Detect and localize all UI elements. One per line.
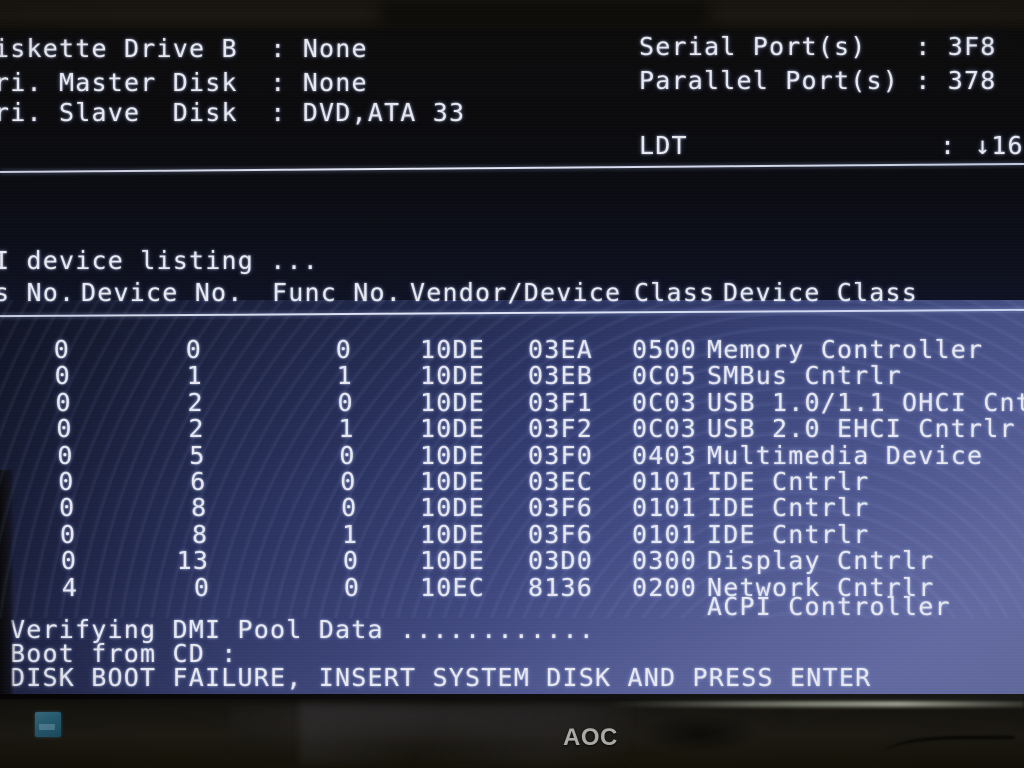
system-info-line-diskette-b: iskette Drive B : None xyxy=(0,34,368,63)
pci-cell-func-no: 0 xyxy=(341,493,358,523)
pci-cell-class-code: 0200 xyxy=(632,572,698,602)
pci-cell-func-no: 1 xyxy=(342,519,359,549)
pci-header-device-no: Device No. xyxy=(81,278,244,307)
pci-header-vendor-device: Vendor/Device xyxy=(410,278,622,307)
pci-extra-device-name: ACPI Controller xyxy=(707,592,951,621)
pci-cell-device-id: 03F6 xyxy=(528,519,594,549)
pci-cell-device-class-name: USB 2.0 EHCI Cntrlr xyxy=(707,414,1016,444)
pci-cell-device-class-name: IDE Cntrlr xyxy=(707,519,870,549)
pci-cell-func-no: 0 xyxy=(343,572,361,602)
cable-shadow xyxy=(884,736,1014,765)
pci-cell-bus-no: 0 xyxy=(55,387,72,417)
pci-cell-device-id: 03EC xyxy=(528,467,594,496)
left-bezel-edge xyxy=(0,470,14,694)
pci-cell-device-id: 03EB xyxy=(528,361,594,391)
pci-cell-vendor-id: 10EC xyxy=(420,572,486,602)
pci-cell-device-no: 8 xyxy=(191,493,208,523)
system-info-line-parallel-port: Parallel Port(s) : 378 xyxy=(639,66,997,95)
pci-cell-vendor-id: 10DE xyxy=(420,361,486,391)
pci-cell-class-code: 0403 xyxy=(632,440,698,470)
pci-header-device-class: Device Class xyxy=(723,278,919,307)
pci-cell-func-no: 0 xyxy=(335,335,352,364)
bios-text-layer: iskette Drive B : None ri. Master Disk :… xyxy=(0,0,1024,694)
pci-cell-device-class-name: IDE Cntrlr xyxy=(707,493,870,523)
pci-cell-vendor-id: 10DE xyxy=(420,387,486,417)
pci-cell-func-no: 0 xyxy=(342,546,360,576)
bezel-top-edge xyxy=(0,694,1024,699)
ldt-label: LDT xyxy=(639,131,688,160)
pci-cell-class-code: 0C03 xyxy=(632,414,698,444)
pci-cell-device-id: 8136 xyxy=(528,572,594,602)
pci-cell-func-no: 1 xyxy=(336,361,353,391)
pci-cell-vendor-id: 10DE xyxy=(420,519,486,549)
pci-cell-bus-no: 0 xyxy=(57,440,74,470)
pci-cell-class-code: 0101 xyxy=(632,467,698,496)
pci-header-func-no: Func No. xyxy=(272,278,403,307)
pci-cell-device-class-name: USB 1.0/1.1 OHCI Cnt xyxy=(707,387,1024,417)
pci-cell-device-no: 13 xyxy=(176,546,210,576)
pci-cell-bus-no: 0 xyxy=(60,519,77,549)
pci-cell-vendor-id: 10DE xyxy=(420,440,486,470)
pci-cell-class-code: 0300 xyxy=(632,546,698,576)
pci-cell-device-class-name: SMBus Cntrlr xyxy=(707,361,903,391)
boot-message-disk-boot-failure: DISK BOOT FAILURE, INSERT SYSTEM DISK AN… xyxy=(10,663,872,692)
pci-cell-bus-no: 0 xyxy=(53,335,70,364)
pci-cell-device-id: 03F2 xyxy=(528,414,594,444)
pci-cell-device-no: 6 xyxy=(190,467,207,496)
system-info-line-serial-port: Serial Port(s) : 3F8 xyxy=(639,32,997,61)
system-info-line-pri-slave: ri. Slave Disk : DVD,ATA 33 xyxy=(0,98,466,127)
pci-cell-bus-no: 4 xyxy=(61,572,79,602)
pci-cell-func-no: 0 xyxy=(339,440,356,470)
pci-cell-vendor-id: 10DE xyxy=(420,467,486,496)
pci-cell-device-class-name: Multimedia Device xyxy=(707,440,984,470)
pci-header-bus-no: s No. xyxy=(0,278,76,307)
pci-cell-device-no: 2 xyxy=(187,387,204,417)
monitor-screen: iskette Drive B : None ri. Master Disk :… xyxy=(0,0,1024,694)
pci-cell-bus-no: 0 xyxy=(60,546,78,576)
pci-cell-class-code: 0101 xyxy=(632,519,698,549)
pci-cell-device-id: 03F0 xyxy=(528,440,594,470)
ldt-value: ↓16 xyxy=(975,131,1024,160)
pci-cell-func-no: 1 xyxy=(338,414,355,444)
pci-cell-vendor-id: 10DE xyxy=(420,493,486,523)
pci-cell-device-no: 5 xyxy=(189,440,206,470)
pci-cell-vendor-id: 10DE xyxy=(420,335,486,364)
pci-cell-class-code: 0500 xyxy=(632,335,698,364)
pci-cell-class-code: 0C05 xyxy=(632,361,698,391)
pci-cell-device-no: 2 xyxy=(188,414,205,444)
pci-cell-bus-no: 0 xyxy=(58,467,75,496)
bezel-sticker xyxy=(35,712,61,737)
bios-post-photo: iskette Drive B : None ri. Master Disk :… xyxy=(0,0,1024,768)
pci-cell-device-no: 1 xyxy=(186,361,203,391)
pci-cell-device-class-name: Display Cntrlr xyxy=(707,546,935,576)
pci-cell-func-no: 0 xyxy=(340,467,357,496)
system-info-line-pri-master: ri. Master Disk : None xyxy=(0,68,368,97)
pci-listing-title: I device listing ... xyxy=(0,246,320,275)
ldt-separator: : xyxy=(940,131,957,160)
pci-cell-class-code: 0101 xyxy=(632,493,698,523)
pci-cell-device-no: 0 xyxy=(193,572,211,602)
pci-cell-device-class-name: IDE Cntrlr xyxy=(707,467,870,496)
pci-cell-device-id: 03D0 xyxy=(528,546,594,576)
pci-cell-vendor-id: 10DE xyxy=(420,414,486,444)
pci-cell-device-class-name: Memory Controller xyxy=(707,335,984,364)
pci-cell-bus-no: 0 xyxy=(56,414,73,444)
monitor-bezel: AOC xyxy=(0,694,1024,768)
pci-cell-device-id: 03EA xyxy=(528,335,594,364)
pci-cell-bus-no: 0 xyxy=(59,493,76,523)
pci-cell-device-id: 03F1 xyxy=(528,387,594,417)
pci-cell-device-no: 8 xyxy=(192,519,209,549)
pci-cell-vendor-id: 10DE xyxy=(420,546,486,576)
pci-header-class: Class xyxy=(634,278,716,307)
monitor-brand-logo: AOC xyxy=(563,724,618,751)
pci-cell-device-no: 0 xyxy=(185,335,202,364)
pci-cell-func-no: 0 xyxy=(337,387,354,417)
pci-cell-class-code: 0C03 xyxy=(632,387,698,417)
bezel-shadow-left xyxy=(640,714,760,754)
pci-cell-bus-no: 0 xyxy=(54,361,71,391)
pci-cell-device-id: 03F6 xyxy=(528,493,594,523)
